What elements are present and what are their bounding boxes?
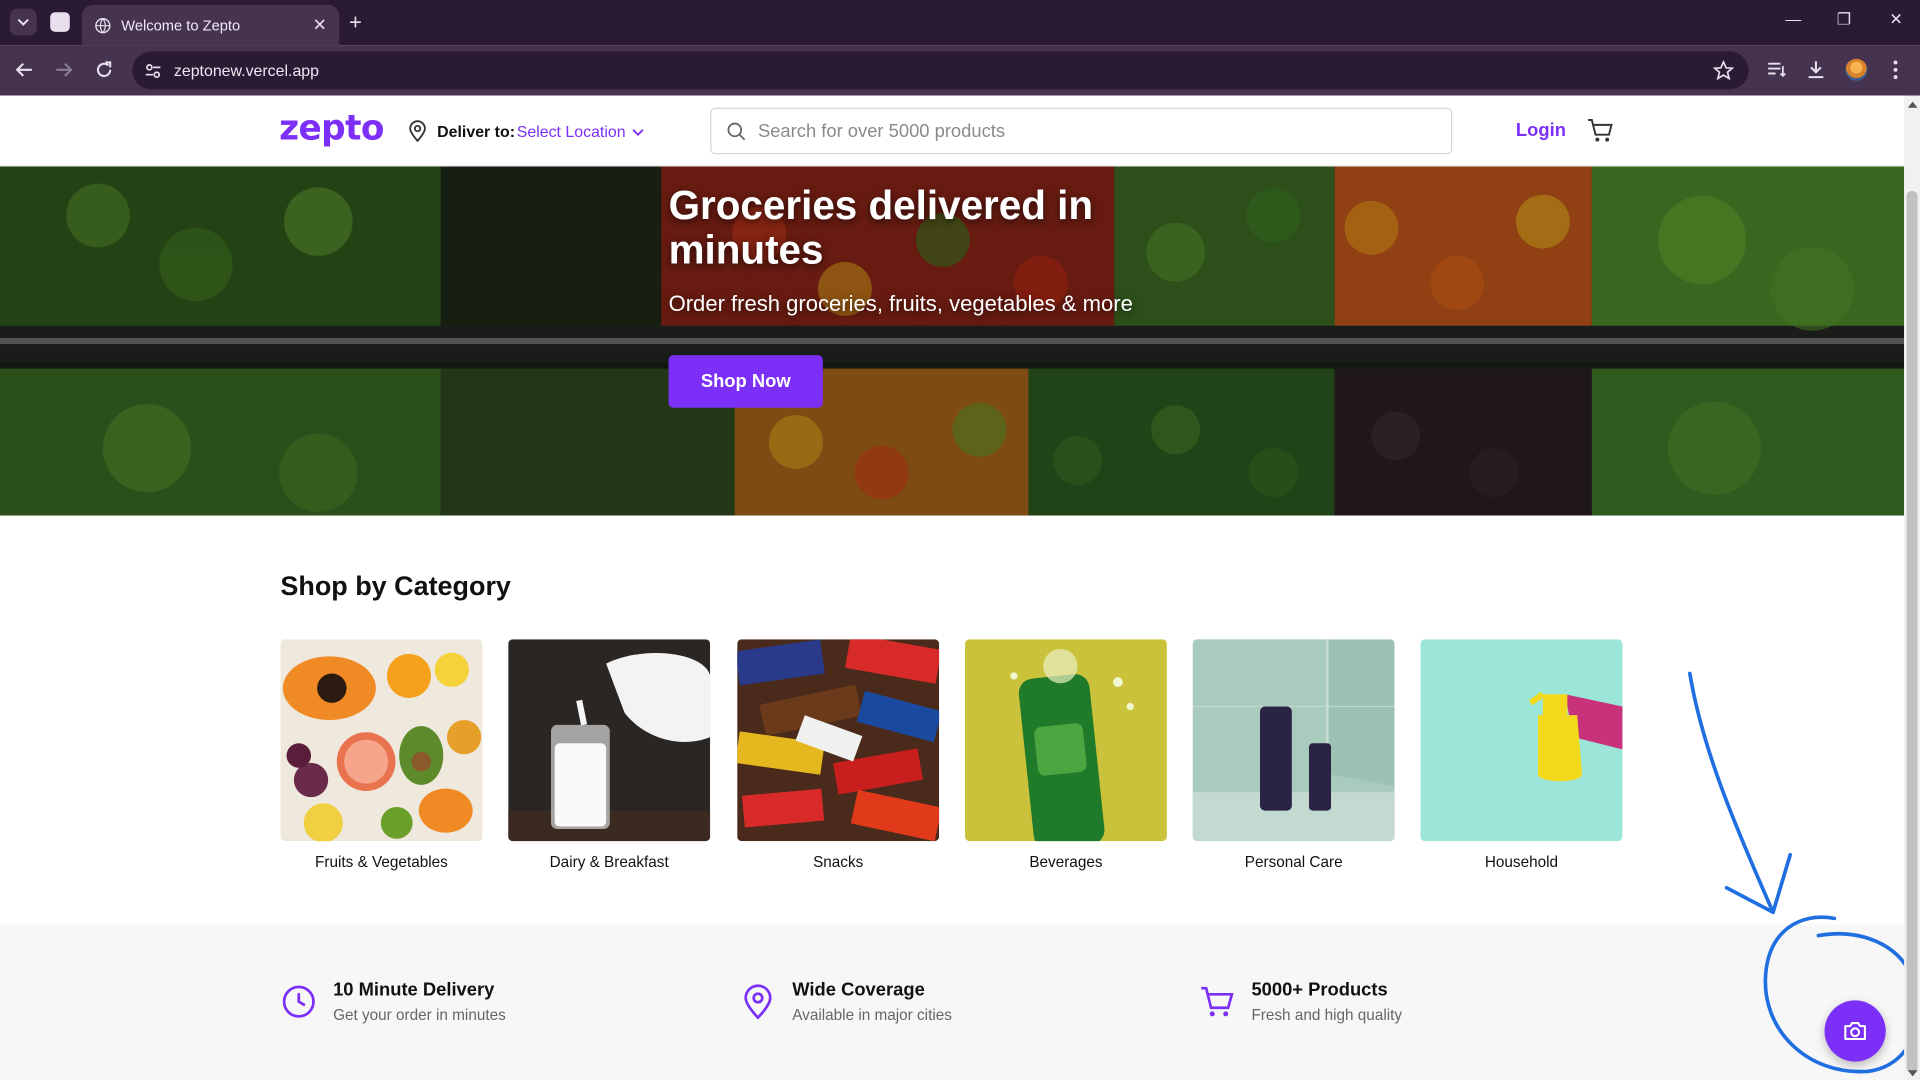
bookmark-star-icon[interactable]: [1713, 60, 1734, 81]
profile-avatar[interactable]: [1845, 58, 1868, 81]
minimize-button[interactable]: —: [1785, 10, 1801, 28]
cart-icon[interactable]: [1587, 118, 1614, 145]
feature-coverage: Wide Coverage Available in major cities: [740, 980, 952, 1024]
category-label: Snacks: [813, 853, 864, 871]
deliver-to-label: Deliver to:: [437, 122, 515, 141]
site-header: zepto Deliver to: Select Location Login: [0, 95, 1905, 167]
feature-desc: Available in major cities: [792, 1006, 952, 1024]
camera-search-button[interactable]: [1824, 1000, 1886, 1062]
feature-title: 10 Minute Delivery: [333, 979, 495, 1001]
scrollbar-thumb[interactable]: [1906, 191, 1918, 1073]
site-settings-icon[interactable]: [143, 61, 163, 81]
chevron-down-icon: [17, 18, 29, 26]
search-box[interactable]: [710, 107, 1453, 155]
hero-banner: Groceries delivered in minutes Order fre…: [0, 166, 1905, 516]
category-card-fruits-vegetables[interactable]: Fruits & Vegetables: [280, 639, 483, 871]
tab-title: Welcome to Zepto: [121, 16, 241, 34]
login-link[interactable]: Login: [1516, 120, 1566, 141]
url-text: zeptonew.vercel.app: [173, 61, 320, 80]
category-label: Household: [1484, 853, 1559, 871]
category-image-beverages: [964, 639, 1167, 842]
browser-toolbar: zeptonew.vercel.app: [0, 45, 1920, 96]
category-label: Beverages: [1029, 853, 1103, 871]
category-label: Dairy & Breakfast: [549, 853, 669, 871]
more-menu-icon[interactable]: [1885, 59, 1907, 81]
download-icon[interactable]: [1805, 59, 1827, 81]
arrow-left-icon: [15, 62, 32, 77]
new-tab-button[interactable]: +: [349, 10, 362, 34]
close-tab-icon[interactable]: ✕: [313, 15, 327, 36]
select-location-dropdown[interactable]: Select Location: [516, 122, 644, 141]
feature-delivery: 10 Minute Delivery Get your order in min…: [280, 979, 506, 1024]
scroll-down-arrow[interactable]: [1907, 1070, 1918, 1077]
arrow-right-icon: [56, 62, 73, 77]
reload-button[interactable]: [92, 58, 116, 82]
scroll-up-arrow[interactable]: [1907, 101, 1918, 108]
address-bar[interactable]: zeptonew.vercel.app: [132, 51, 1749, 90]
feature-desc: Fresh and high quality: [1251, 1006, 1403, 1024]
feature-desc: Get your order in minutes: [333, 1006, 506, 1024]
hero-subtitle: Order fresh groceries, fruits, vegetable…: [668, 291, 1133, 316]
feature-products: 5000+ Products Fresh and high quality: [1199, 980, 1402, 1024]
map-pin-icon: [744, 984, 772, 1020]
category-card-personal-care[interactable]: Personal Care: [1192, 639, 1395, 871]
location-pin-icon: [409, 120, 426, 143]
reading-list-icon[interactable]: [1766, 59, 1788, 81]
camera-icon: [1844, 1022, 1866, 1041]
forward-button[interactable]: [51, 58, 75, 82]
category-section-title: Shop by Category: [280, 570, 511, 602]
category-card-household[interactable]: Household: [1420, 639, 1623, 871]
category-card-snacks[interactable]: Snacks: [737, 639, 940, 871]
tab-search-button[interactable]: [9, 8, 37, 36]
close-window-button[interactable]: ✕: [1889, 10, 1902, 30]
browser-tab-bar: Welcome to Zepto ✕ + — ❐ ✕: [0, 0, 1920, 46]
cart-icon: [1201, 986, 1234, 1017]
clock-icon: [282, 985, 315, 1018]
globe-icon: [95, 17, 111, 33]
category-image-fruits: [280, 639, 483, 842]
category-label: Fruits & Vegetables: [315, 853, 448, 871]
feature-title: 5000+ Products: [1251, 979, 1388, 1001]
features-section: 10 Minute Delivery Get your order in min…: [0, 924, 1905, 1080]
search-icon: [727, 122, 746, 140]
category-image-dairy: [508, 639, 711, 842]
category-image-snacks: [737, 639, 940, 842]
tab-group-icon: [50, 12, 70, 32]
category-label: Personal Care: [1244, 853, 1343, 871]
reload-icon: [96, 61, 112, 78]
zepto-logo[interactable]: zepto: [279, 108, 384, 148]
category-card-beverages[interactable]: Beverages: [964, 639, 1167, 871]
restore-button[interactable]: ❐: [1837, 10, 1851, 30]
feature-title: Wide Coverage: [792, 979, 925, 1001]
tab-active[interactable]: Welcome to Zepto ✕: [82, 4, 340, 46]
back-button[interactable]: [12, 58, 36, 82]
category-image-personal-care: [1192, 639, 1395, 842]
tab-group-button[interactable]: [47, 9, 74, 36]
page-scrollbar[interactable]: [1904, 95, 1920, 1080]
shop-now-button[interactable]: Shop Now: [668, 355, 823, 408]
hero-title: Groceries delivered in minutes: [668, 182, 1094, 272]
chevron-down-icon: [632, 128, 644, 136]
category-card-dairy-breakfast[interactable]: Dairy & Breakfast: [508, 639, 711, 871]
search-input[interactable]: [757, 120, 1420, 142]
category-image-household: [1420, 639, 1623, 842]
select-location-label: Select Location: [516, 122, 626, 141]
